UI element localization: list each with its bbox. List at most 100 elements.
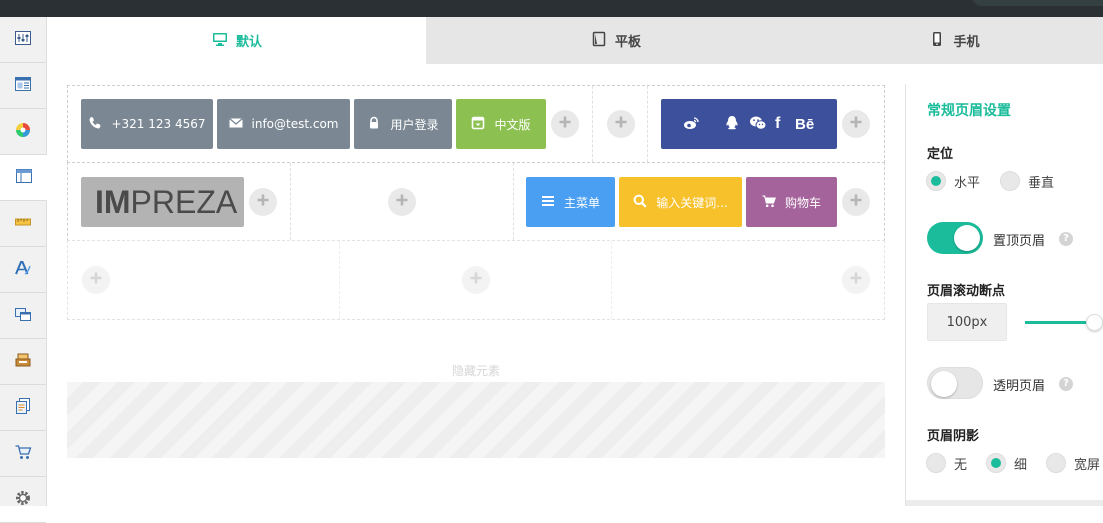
tab-default[interactable]: 默认 — [48, 17, 426, 64]
radio-orientation-horizontal[interactable]: 水平 — [926, 171, 980, 191]
add-element-button[interactable] — [388, 188, 416, 216]
scroll-breakpoint-label: 页眉滚动断点 — [927, 284, 1006, 299]
help-icon[interactable]: ? — [1059, 232, 1073, 246]
logo-text-bold: IM — [95, 183, 131, 220]
language-label: 中文版 — [494, 117, 531, 132]
tab-mobile[interactable]: 手机 — [806, 17, 1103, 64]
sidebar-item-general[interactable] — [0, 17, 46, 63]
tab-label: 默认 — [235, 35, 262, 50]
sidebar-item-settings[interactable] — [0, 477, 46, 523]
settings-panel: 常规页眉设置 定位 水平 垂直 置顶页眉 ? 页眉滚动断点 100px 透明页眉… — [905, 84, 1103, 506]
email-label: info@test.com — [251, 117, 339, 131]
help-icon[interactable]: ? — [1059, 377, 1073, 391]
desktop-icon — [212, 31, 228, 51]
social-links-element[interactable]: f Bē — [661, 99, 837, 149]
phone-label: +321 123 4567 — [111, 117, 206, 131]
login-label: 用户登录 — [390, 117, 439, 132]
plus-icon — [849, 271, 863, 289]
slider-handle[interactable] — [1086, 314, 1103, 331]
add-element-button[interactable] — [842, 266, 870, 294]
phone-icon — [88, 116, 102, 133]
device-tabs: 默认 平板 手机 — [48, 17, 1103, 64]
sidebar-item-colors[interactable] — [0, 109, 46, 155]
transparent-header-label: 透明页眉 — [993, 379, 1046, 394]
top-bar-button[interactable] — [972, 0, 1103, 6]
header-shadow-label: 页眉阴影 — [927, 429, 980, 444]
wechat-icon — [749, 115, 775, 134]
radio-label: 无 — [954, 457, 968, 473]
radio-circle — [1046, 453, 1066, 473]
menu-label: 主菜单 — [563, 195, 600, 210]
header-builder: +321 123 4567 info@test.com 用户登录 中文版 f B… — [67, 85, 885, 320]
radio-label: 水平 — [954, 175, 981, 191]
radio-orientation-vertical[interactable]: 垂直 — [1000, 171, 1054, 191]
typography-icon — [14, 259, 32, 281]
mobile-icon — [929, 31, 945, 51]
sidebar-item-shop[interactable] — [0, 339, 46, 385]
sidebar-item-pages[interactable] — [0, 385, 46, 431]
top-bar — [0, 0, 1103, 17]
hidden-elements-dropzone[interactable] — [67, 382, 885, 458]
header-layout-icon — [15, 167, 33, 189]
gear-icon — [14, 489, 32, 511]
radio-shadow-none[interactable]: 无 — [926, 453, 967, 473]
orientation-label: 定位 — [927, 147, 954, 162]
header-row-top: +321 123 4567 info@test.com 用户登录 中文版 f B… — [67, 85, 885, 163]
add-element-button[interactable] — [842, 110, 870, 138]
plus-icon — [849, 193, 863, 211]
radio-circle — [986, 453, 1006, 473]
login-element[interactable]: 用户登录 — [354, 99, 452, 149]
logo-element[interactable]: IM PREZA — [81, 177, 244, 227]
layout-icon — [14, 75, 32, 97]
header-row-bottom — [67, 240, 885, 320]
radio-circle — [926, 453, 946, 473]
sidebar-item-spacing[interactable] — [0, 201, 46, 247]
add-element-button[interactable] — [607, 110, 635, 138]
search-element[interactable]: 输入关键词... — [619, 177, 742, 227]
sticky-header-toggle[interactable] — [927, 222, 983, 254]
email-element[interactable]: info@test.com — [217, 99, 350, 149]
scroll-breakpoint-slider[interactable] — [1025, 314, 1103, 331]
behance-icon: Bē — [795, 115, 815, 133]
hidden-elements-label: 隐藏元素 — [451, 364, 500, 378]
add-element-button[interactable] — [82, 266, 110, 294]
cart-icon — [14, 443, 32, 465]
sliders-icon — [14, 29, 32, 51]
sidebar-item-typography[interactable] — [0, 247, 46, 293]
sidebar-item-cart[interactable] — [0, 431, 46, 477]
plus-icon — [849, 115, 863, 133]
tab-label: 平板 — [614, 35, 641, 50]
cart-element[interactable]: 购物车 — [746, 177, 837, 227]
menu-element[interactable]: 主菜单 — [526, 177, 615, 227]
plus-icon — [395, 193, 409, 211]
facebook-icon: f — [775, 115, 781, 132]
panel-divider — [906, 500, 1103, 506]
scroll-breakpoint-input[interactable]: 100px — [927, 303, 1007, 341]
radio-shadow-thin[interactable]: 细 — [986, 453, 1027, 473]
plus-icon — [469, 271, 483, 289]
sidebar-item-layout[interactable] — [0, 63, 46, 109]
add-element-button[interactable] — [249, 188, 277, 216]
hamburger-icon — [541, 194, 555, 211]
add-element-button[interactable] — [551, 110, 579, 138]
dropdown-box-icon — [471, 116, 485, 133]
add-element-button[interactable] — [462, 266, 490, 294]
logo-text-light: PREZA — [130, 183, 238, 220]
qq-icon — [725, 115, 749, 134]
transparent-header-toggle[interactable] — [927, 367, 983, 399]
radio-label: 宽屏 — [1074, 457, 1101, 473]
language-element[interactable]: 中文版 — [456, 99, 546, 149]
tab-label: 手机 — [953, 35, 980, 50]
sticky-header-label: 置顶页眉 — [993, 234, 1046, 249]
sidebar-item-popups[interactable] — [0, 293, 46, 339]
sidebar-item-header[interactable] — [0, 155, 47, 201]
lock-icon — [367, 116, 381, 133]
tab-tablet[interactable]: 平板 — [426, 17, 806, 64]
sidebar — [0, 17, 47, 523]
phone-element[interactable]: +321 123 4567 — [81, 99, 213, 149]
radio-shadow-wide[interactable]: 宽屏 — [1046, 453, 1100, 473]
search-icon — [633, 194, 647, 211]
radio-label: 细 — [1014, 457, 1028, 473]
add-element-button[interactable] — [842, 188, 870, 216]
radio-circle — [1000, 171, 1020, 191]
